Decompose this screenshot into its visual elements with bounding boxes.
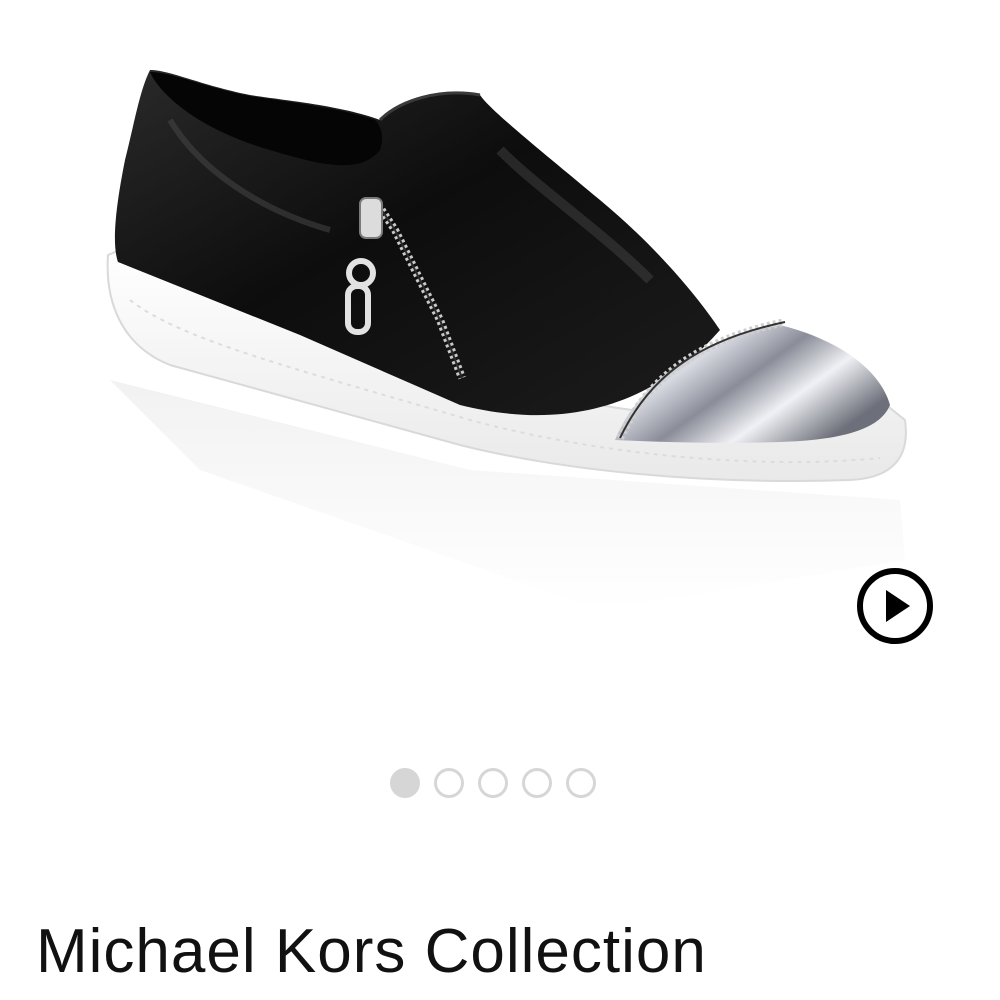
pagination-dot-1[interactable] (390, 768, 420, 798)
brand-name[interactable]: Michael Kors Collection (36, 912, 707, 992)
play-video-button[interactable] (855, 566, 935, 646)
product-page: Michael Kors Collection (0, 0, 1000, 1000)
product-image[interactable] (0, 0, 1000, 700)
play-circle-icon (857, 568, 933, 644)
pagination-dot-4[interactable] (522, 768, 552, 798)
pagination-dot-3[interactable] (478, 768, 508, 798)
pagination-dot-5[interactable] (566, 768, 596, 798)
shoe-illustration (106, 70, 907, 610)
image-pagination (390, 768, 596, 806)
pagination-dot-2[interactable] (434, 768, 464, 798)
